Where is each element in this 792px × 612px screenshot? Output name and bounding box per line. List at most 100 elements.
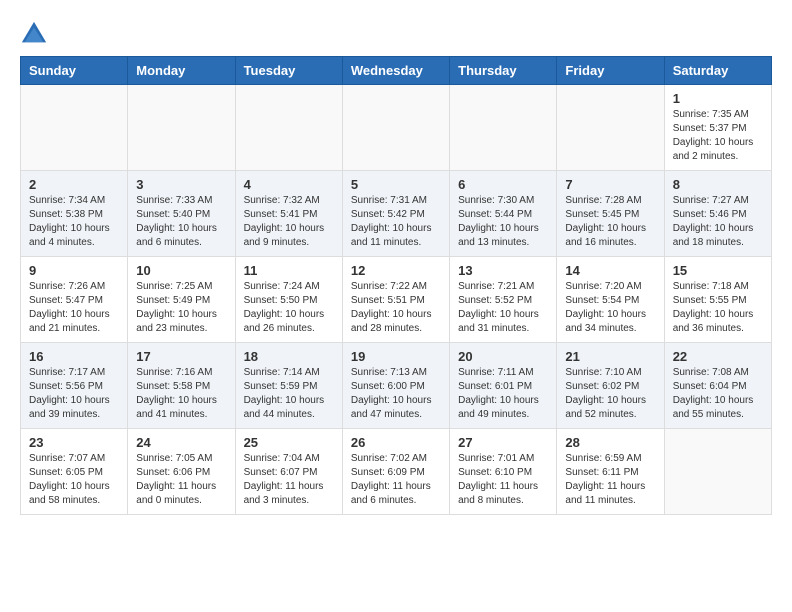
day-info: Sunrise: 7:16 AM Sunset: 5:58 PM Dayligh… bbox=[136, 366, 226, 422]
day-number: 18 bbox=[244, 349, 334, 364]
calendar-cell: 6 Sunrise: 7:30 AM Sunset: 5:44 PM Daylig… bbox=[450, 171, 557, 257]
calendar-cell: 17 Sunrise: 7:16 AM Sunset: 5:58 PM Dayli… bbox=[128, 343, 235, 429]
calendar-cell bbox=[664, 429, 771, 515]
day-info: Sunrise: 7:17 AM Sunset: 5:56 PM Dayligh… bbox=[29, 366, 119, 422]
calendar-cell: 12 Sunrise: 7:22 AM Sunset: 5:51 PM Dayli… bbox=[342, 257, 449, 343]
calendar-cell: 20 Sunrise: 7:11 AM Sunset: 6:01 PM Dayli… bbox=[450, 343, 557, 429]
calendar-cell: 2 Sunrise: 7:34 AM Sunset: 5:38 PM Daylig… bbox=[21, 171, 128, 257]
day-info: Sunrise: 7:04 AM Sunset: 6:07 PM Dayligh… bbox=[244, 452, 334, 508]
day-number: 5 bbox=[351, 177, 441, 192]
calendar-week-0: 1 Sunrise: 7:35 AM Sunset: 5:37 PM Daylig… bbox=[21, 85, 772, 171]
calendar-cell bbox=[235, 85, 342, 171]
day-number: 2 bbox=[29, 177, 119, 192]
calendar-cell: 22 Sunrise: 7:08 AM Sunset: 6:04 PM Dayli… bbox=[664, 343, 771, 429]
calendar-cell: 18 Sunrise: 7:14 AM Sunset: 5:59 PM Dayli… bbox=[235, 343, 342, 429]
day-info: Sunrise: 7:30 AM Sunset: 5:44 PM Dayligh… bbox=[458, 194, 548, 250]
day-number: 24 bbox=[136, 435, 226, 450]
day-info: Sunrise: 7:34 AM Sunset: 5:38 PM Dayligh… bbox=[29, 194, 119, 250]
day-info: Sunrise: 7:07 AM Sunset: 6:05 PM Dayligh… bbox=[29, 452, 119, 508]
day-number: 11 bbox=[244, 263, 334, 278]
day-number: 10 bbox=[136, 263, 226, 278]
calendar-cell: 10 Sunrise: 7:25 AM Sunset: 5:49 PM Dayli… bbox=[128, 257, 235, 343]
calendar-table: SundayMondayTuesdayWednesdayThursdayFrid… bbox=[20, 56, 772, 515]
day-info: Sunrise: 7:31 AM Sunset: 5:42 PM Dayligh… bbox=[351, 194, 441, 250]
day-number: 15 bbox=[673, 263, 763, 278]
day-info: Sunrise: 7:25 AM Sunset: 5:49 PM Dayligh… bbox=[136, 280, 226, 336]
day-info: Sunrise: 6:59 AM Sunset: 6:11 PM Dayligh… bbox=[565, 452, 655, 508]
day-header-monday: Monday bbox=[128, 57, 235, 85]
day-info: Sunrise: 7:02 AM Sunset: 6:09 PM Dayligh… bbox=[351, 452, 441, 508]
calendar-cell: 1 Sunrise: 7:35 AM Sunset: 5:37 PM Daylig… bbox=[664, 85, 771, 171]
calendar-cell: 14 Sunrise: 7:20 AM Sunset: 5:54 PM Dayli… bbox=[557, 257, 664, 343]
day-info: Sunrise: 7:13 AM Sunset: 6:00 PM Dayligh… bbox=[351, 366, 441, 422]
calendar-cell: 19 Sunrise: 7:13 AM Sunset: 6:00 PM Dayli… bbox=[342, 343, 449, 429]
calendar-cell: 4Sunrise: 7:32 AM Sunset: 5:41 PM Daylig… bbox=[235, 171, 342, 257]
day-number: 23 bbox=[29, 435, 119, 450]
calendar-week-2: 9 Sunrise: 7:26 AM Sunset: 5:47 PM Daylig… bbox=[21, 257, 772, 343]
calendar-week-3: 16 Sunrise: 7:17 AM Sunset: 5:56 PM Dayli… bbox=[21, 343, 772, 429]
calendar-cell: 21Sunrise: 7:10 AM Sunset: 6:02 PM Dayli… bbox=[557, 343, 664, 429]
calendar-cell: 5 Sunrise: 7:31 AM Sunset: 5:42 PM Daylig… bbox=[342, 171, 449, 257]
calendar-cell: 23 Sunrise: 7:07 AM Sunset: 6:05 PM Dayli… bbox=[21, 429, 128, 515]
calendar-cell: 26 Sunrise: 7:02 AM Sunset: 6:09 PM Dayli… bbox=[342, 429, 449, 515]
calendar-week-1: 2 Sunrise: 7:34 AM Sunset: 5:38 PM Daylig… bbox=[21, 171, 772, 257]
calendar-cell: 25 Sunrise: 7:04 AM Sunset: 6:07 PM Dayli… bbox=[235, 429, 342, 515]
day-info: Sunrise: 7:01 AM Sunset: 6:10 PM Dayligh… bbox=[458, 452, 548, 508]
logo-icon bbox=[20, 20, 48, 48]
day-info: Sunrise: 7:33 AM Sunset: 5:40 PM Dayligh… bbox=[136, 194, 226, 250]
day-info: Sunrise: 7:27 AM Sunset: 5:46 PM Dayligh… bbox=[673, 194, 763, 250]
day-info: Sunrise: 7:26 AM Sunset: 5:47 PM Dayligh… bbox=[29, 280, 119, 336]
day-number: 13 bbox=[458, 263, 548, 278]
day-number: 6 bbox=[458, 177, 548, 192]
day-number: 25 bbox=[244, 435, 334, 450]
calendar-cell bbox=[342, 85, 449, 171]
day-number: 7 bbox=[565, 177, 655, 192]
day-info: Sunrise: 7:10 AM Sunset: 6:02 PM Dayligh… bbox=[565, 366, 655, 422]
day-number: 14 bbox=[565, 263, 655, 278]
day-info: Sunrise: 7:35 AM Sunset: 5:37 PM Dayligh… bbox=[673, 108, 763, 164]
day-info: Sunrise: 7:11 AM Sunset: 6:01 PM Dayligh… bbox=[458, 366, 548, 422]
calendar-header-row: SundayMondayTuesdayWednesdayThursdayFrid… bbox=[21, 57, 772, 85]
calendar-cell bbox=[557, 85, 664, 171]
day-number: 22 bbox=[673, 349, 763, 364]
day-header-thursday: Thursday bbox=[450, 57, 557, 85]
calendar-cell: 24 Sunrise: 7:05 AM Sunset: 6:06 PM Dayli… bbox=[128, 429, 235, 515]
calendar-cell: 3Sunrise: 7:33 AM Sunset: 5:40 PM Daylig… bbox=[128, 171, 235, 257]
calendar-cell: 7 Sunrise: 7:28 AM Sunset: 5:45 PM Daylig… bbox=[557, 171, 664, 257]
day-number: 20 bbox=[458, 349, 548, 364]
day-info: Sunrise: 7:22 AM Sunset: 5:51 PM Dayligh… bbox=[351, 280, 441, 336]
calendar-cell bbox=[128, 85, 235, 171]
day-info: Sunrise: 7:20 AM Sunset: 5:54 PM Dayligh… bbox=[565, 280, 655, 336]
logo bbox=[20, 20, 52, 48]
day-header-tuesday: Tuesday bbox=[235, 57, 342, 85]
day-number: 27 bbox=[458, 435, 548, 450]
day-number: 28 bbox=[565, 435, 655, 450]
day-number: 17 bbox=[136, 349, 226, 364]
day-number: 26 bbox=[351, 435, 441, 450]
day-number: 12 bbox=[351, 263, 441, 278]
day-number: 16 bbox=[29, 349, 119, 364]
calendar-cell: 16 Sunrise: 7:17 AM Sunset: 5:56 PM Dayli… bbox=[21, 343, 128, 429]
calendar-cell bbox=[450, 85, 557, 171]
calendar-week-4: 23 Sunrise: 7:07 AM Sunset: 6:05 PM Dayli… bbox=[21, 429, 772, 515]
day-info: Sunrise: 7:21 AM Sunset: 5:52 PM Dayligh… bbox=[458, 280, 548, 336]
day-header-wednesday: Wednesday bbox=[342, 57, 449, 85]
day-info: Sunrise: 7:28 AM Sunset: 5:45 PM Dayligh… bbox=[565, 194, 655, 250]
day-number: 9 bbox=[29, 263, 119, 278]
calendar-cell bbox=[21, 85, 128, 171]
day-info: Sunrise: 7:08 AM Sunset: 6:04 PM Dayligh… bbox=[673, 366, 763, 422]
day-info: Sunrise: 7:14 AM Sunset: 5:59 PM Dayligh… bbox=[244, 366, 334, 422]
day-number: 19 bbox=[351, 349, 441, 364]
day-number: 4 bbox=[244, 177, 334, 192]
calendar-cell: 28 Sunrise: 6:59 AM Sunset: 6:11 PM Dayli… bbox=[557, 429, 664, 515]
calendar-cell: 27 Sunrise: 7:01 AM Sunset: 6:10 PM Dayli… bbox=[450, 429, 557, 515]
calendar-cell: 13 Sunrise: 7:21 AM Sunset: 5:52 PM Dayli… bbox=[450, 257, 557, 343]
calendar-cell: 9 Sunrise: 7:26 AM Sunset: 5:47 PM Daylig… bbox=[21, 257, 128, 343]
calendar-cell: 8 Sunrise: 7:27 AM Sunset: 5:46 PM Daylig… bbox=[664, 171, 771, 257]
day-number: 1 bbox=[673, 91, 763, 106]
day-info: Sunrise: 7:05 AM Sunset: 6:06 PM Dayligh… bbox=[136, 452, 226, 508]
day-header-sunday: Sunday bbox=[21, 57, 128, 85]
day-number: 8 bbox=[673, 177, 763, 192]
day-header-saturday: Saturday bbox=[664, 57, 771, 85]
calendar-cell: 11Sunrise: 7:24 AM Sunset: 5:50 PM Dayli… bbox=[235, 257, 342, 343]
